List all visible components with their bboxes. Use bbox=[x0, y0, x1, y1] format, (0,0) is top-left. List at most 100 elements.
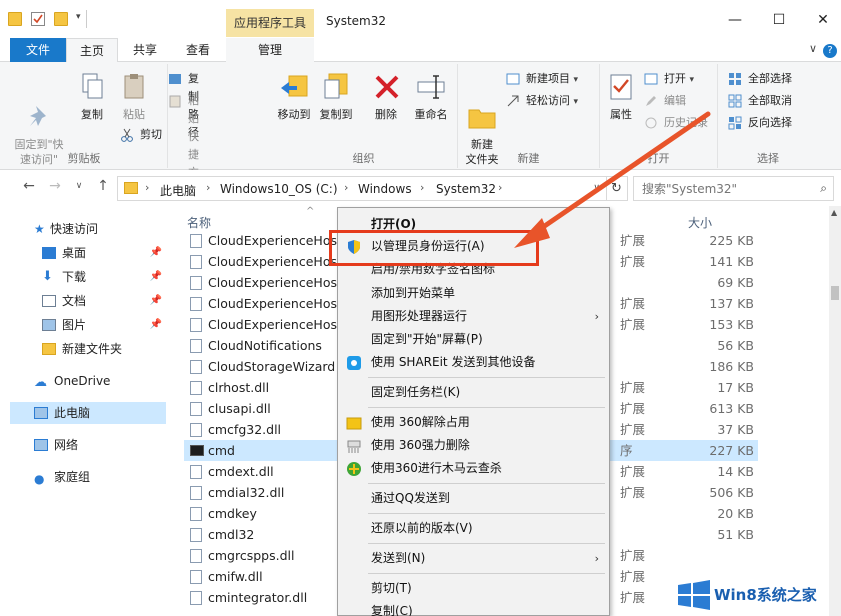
tab-home[interactable]: 主页 bbox=[66, 38, 118, 63]
file-type: 扩展 bbox=[620, 380, 646, 395]
file-name: cmdial32.dll bbox=[208, 485, 285, 500]
menu-360-force-delete[interactable]: 使用 360强力删除 bbox=[340, 434, 607, 457]
tab-share[interactable]: 共享 bbox=[120, 38, 170, 62]
tab-view[interactable]: 查看 bbox=[172, 38, 224, 62]
group-select-label: 选择 bbox=[757, 152, 779, 165]
nav-homegroup[interactable]: ● 家庭组 bbox=[0, 466, 166, 488]
menu-shareit[interactable]: 使用 SHAREit 发送到其他设备 bbox=[340, 351, 607, 374]
shareit-icon bbox=[346, 355, 362, 371]
nav-quick-access[interactable]: ★ 快速访问 bbox=[0, 218, 166, 240]
file-name: CloudStorageWizard bbox=[208, 359, 336, 374]
properties-icon bbox=[604, 70, 638, 104]
help-icon[interactable]: ? bbox=[823, 44, 837, 58]
nav-onedrive[interactable]: ☁ OneDrive bbox=[0, 370, 166, 392]
menu-copy-label: 复制(C) bbox=[371, 604, 413, 616]
menu-cut[interactable]: 剪切(T) bbox=[340, 577, 607, 600]
menu-360-trojan-scan[interactable]: 使用360进行木马云查杀 bbox=[340, 457, 607, 480]
select-all-button[interactable]: 全部选择 bbox=[728, 70, 792, 88]
properties-quick-icon[interactable] bbox=[31, 12, 45, 26]
nav-pictures[interactable]: 图片 📌 bbox=[0, 314, 166, 336]
tab-file[interactable]: 文件 bbox=[10, 38, 66, 62]
vertical-scrollbar[interactable]: ▲ bbox=[829, 206, 841, 616]
copy-path-button[interactable]: 复制路径 bbox=[168, 70, 199, 139]
menu-360-unlock-label: 使用 360解除占用 bbox=[371, 415, 470, 429]
nav-new-folder[interactable]: 新建文件夹 bbox=[0, 338, 166, 360]
file-type: 扩展 bbox=[620, 317, 646, 332]
menu-run-with-gpu-label: 用图形处理器运行 bbox=[371, 309, 468, 323]
column-name-header[interactable]: 名称 bbox=[187, 214, 211, 231]
nav-this-pc[interactable]: 此电脑 bbox=[10, 402, 166, 424]
select-none-button[interactable]: 全部取消 bbox=[728, 92, 792, 110]
open-button[interactable]: 打开 ▾ bbox=[644, 70, 694, 88]
pin-icon[interactable]: 📌 bbox=[150, 266, 162, 288]
breadcrumb-windows[interactable]: Windows bbox=[358, 182, 412, 196]
minimize-button[interactable]: — bbox=[720, 8, 750, 32]
menu-separator bbox=[368, 513, 605, 514]
rename-button[interactable]: 重命名 bbox=[408, 70, 454, 122]
group-organize-label: 组织 bbox=[352, 152, 375, 165]
forward-arrow-icon[interactable]: → bbox=[46, 178, 64, 194]
tab-manage[interactable]: 管理 bbox=[226, 38, 314, 62]
file-type: 扩展 bbox=[620, 590, 646, 605]
scroll-up-icon[interactable]: ▲ bbox=[831, 208, 837, 217]
nav-downloads[interactable]: ⬇ 下载 📌 bbox=[0, 266, 166, 288]
file-icon bbox=[190, 360, 202, 374]
pin-icon[interactable]: 📌 bbox=[150, 314, 162, 336]
chevron-down-icon[interactable]: ▾ bbox=[76, 12, 81, 22]
close-button[interactable]: ✕ bbox=[808, 8, 838, 32]
menu-send-to[interactable]: 发送到(N) › bbox=[340, 547, 607, 570]
menu-360-force-delete-label: 使用 360强力删除 bbox=[371, 438, 470, 452]
pin-icon[interactable]: 📌 bbox=[150, 242, 162, 264]
new-folder-quick-icon[interactable] bbox=[54, 12, 68, 26]
file-icon bbox=[190, 381, 202, 395]
recent-locations-icon[interactable]: ∨ bbox=[70, 181, 88, 191]
breadcrumb-drive[interactable]: Windows10_OS (C:) bbox=[220, 182, 338, 196]
breadcrumb-this-pc[interactable]: 此电脑 bbox=[160, 182, 196, 199]
file-name: clrhost.dll bbox=[208, 380, 270, 395]
pin-icon bbox=[22, 85, 56, 126]
search-icon[interactable]: ⌕ bbox=[820, 181, 827, 196]
menu-run-with-gpu[interactable]: 用图形处理器运行 › bbox=[340, 305, 607, 328]
paste-shortcut-button[interactable]: 粘贴快捷方式 bbox=[168, 92, 199, 197]
paste-button[interactable]: 粘贴 bbox=[116, 70, 152, 122]
cut-button[interactable]: 剪切 bbox=[120, 126, 162, 144]
group-organize: 移动到 复制到 删除 重命名 组织 bbox=[270, 64, 458, 168]
file-name: CloudExperienceHostU bbox=[208, 317, 352, 332]
up-arrow-icon[interactable]: ↑ bbox=[94, 178, 112, 194]
new-item-button[interactable]: 新建项目 ▾ bbox=[506, 70, 578, 88]
move-to-button[interactable]: 移动到 bbox=[274, 70, 314, 122]
menu-copy[interactable]: 复制(C) bbox=[340, 600, 607, 616]
submenu-arrow-icon: › bbox=[594, 310, 599, 323]
invert-selection-button[interactable]: 反向选择 bbox=[728, 114, 792, 132]
copy-button[interactable]: 复制 bbox=[72, 70, 112, 122]
menu-pin-to-start[interactable]: 固定到"开始"屏幕(P) bbox=[340, 328, 607, 351]
file-name: cmcfg32.dll bbox=[208, 422, 282, 437]
menu-restore-previous[interactable]: 还原以前的版本(V) bbox=[340, 517, 607, 540]
file-name: cmifw.dll bbox=[208, 569, 263, 584]
breadcrumb-system32[interactable]: System32 bbox=[436, 182, 496, 196]
file-name: cmd bbox=[208, 443, 235, 458]
back-arrow-icon[interactable]: ← bbox=[20, 178, 38, 194]
maximize-button[interactable]: ☐ bbox=[764, 8, 794, 32]
delete-label: 删除 bbox=[375, 108, 397, 121]
file-size: 56 KB bbox=[717, 338, 754, 353]
nav-documents[interactable]: 文档 📌 bbox=[0, 290, 166, 312]
menu-add-to-start[interactable]: 添加到开始菜单 bbox=[340, 282, 607, 305]
file-size: 137 KB bbox=[709, 296, 754, 311]
nav-network[interactable]: 网络 bbox=[0, 434, 166, 456]
pin-icon[interactable]: 📌 bbox=[150, 290, 162, 312]
menu-send-via-qq[interactable]: 通过QQ发送到 bbox=[340, 487, 607, 510]
file-name: CloudExperienceHos bbox=[208, 254, 337, 269]
collapse-ribbon-icon[interactable]: ∨ bbox=[809, 42, 817, 55]
nav-homegroup-label: 家庭组 bbox=[54, 470, 91, 484]
nav-desktop[interactable]: 桌面 📌 bbox=[0, 242, 166, 264]
submenu-arrow-icon: › bbox=[594, 552, 599, 565]
move-to-icon bbox=[277, 70, 311, 104]
folder-icon bbox=[8, 12, 22, 26]
delete-button[interactable]: 删除 bbox=[370, 70, 402, 122]
menu-360-unlock[interactable]: 使用 360解除占用 bbox=[340, 411, 607, 434]
menu-pin-to-taskbar[interactable]: 固定到任务栏(K) bbox=[340, 381, 607, 404]
nav-pictures-label: 图片 bbox=[62, 318, 87, 332]
copy-to-button[interactable]: 复制到 bbox=[316, 70, 356, 122]
scrollbar-thumb[interactable] bbox=[831, 286, 839, 300]
